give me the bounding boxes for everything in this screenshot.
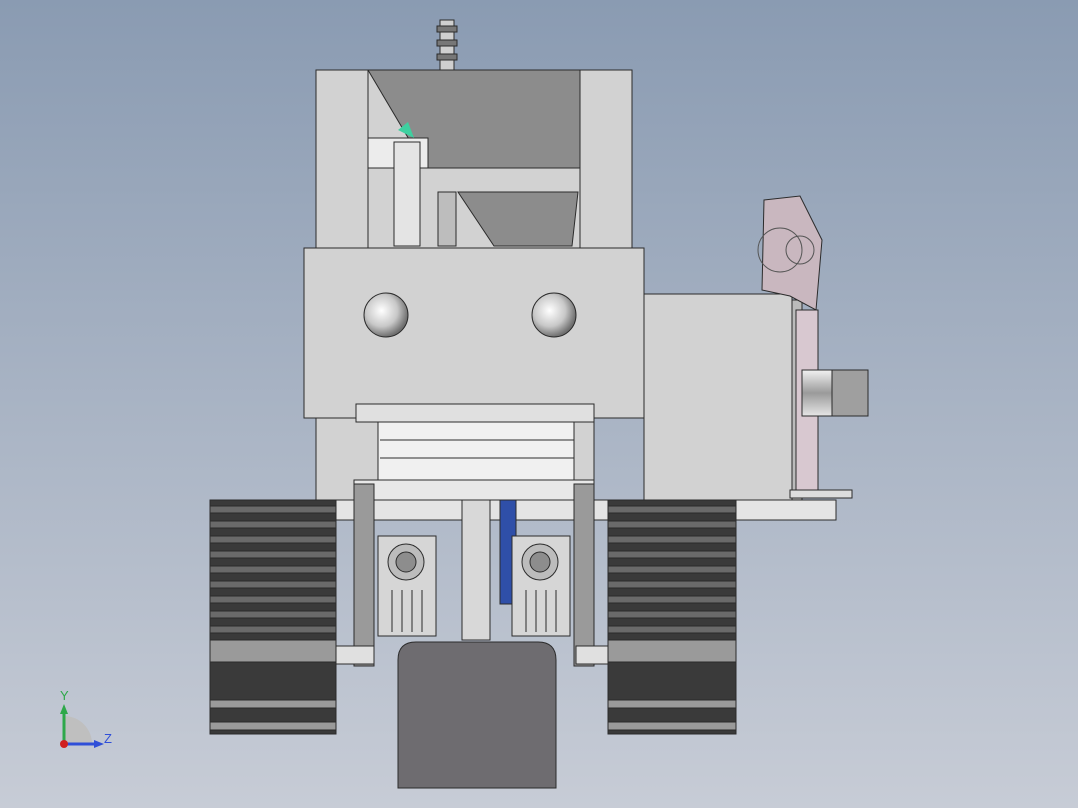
cad-viewport[interactable]: Y Z [0,0,1078,808]
track-tread [209,580,337,589]
triad-label-y: Y [60,688,69,703]
track-tread [607,535,737,544]
track-tread [607,610,737,619]
top-post [436,19,458,73]
track-tread [209,625,337,634]
main-housing [303,247,645,419]
front-blade [397,641,557,789]
track-link [607,699,737,709]
right-track [607,499,737,735]
track-tread [607,520,737,529]
triad-label-z: Z [104,731,112,746]
left-knob [363,292,409,338]
track-tread [209,610,337,619]
track-tread [607,550,737,559]
left-gear-motor [377,535,437,637]
track-tread [607,565,737,574]
right-gear-motor [511,535,571,637]
track-tread [209,520,337,529]
track-link [209,721,337,731]
track-tread [607,625,737,634]
right-knob [531,292,577,338]
track-tread [209,535,337,544]
left-track [209,499,337,735]
track-tread [607,580,737,589]
track-tread [607,595,737,604]
upper-frame [315,69,633,253]
track-tread [209,505,337,514]
track-tread [209,565,337,574]
track-link [607,721,737,731]
track-link [607,639,737,663]
track-tread [607,505,737,514]
track-tread [209,550,337,559]
track-tread [209,595,337,604]
track-link [209,639,337,663]
track-link [209,699,337,709]
